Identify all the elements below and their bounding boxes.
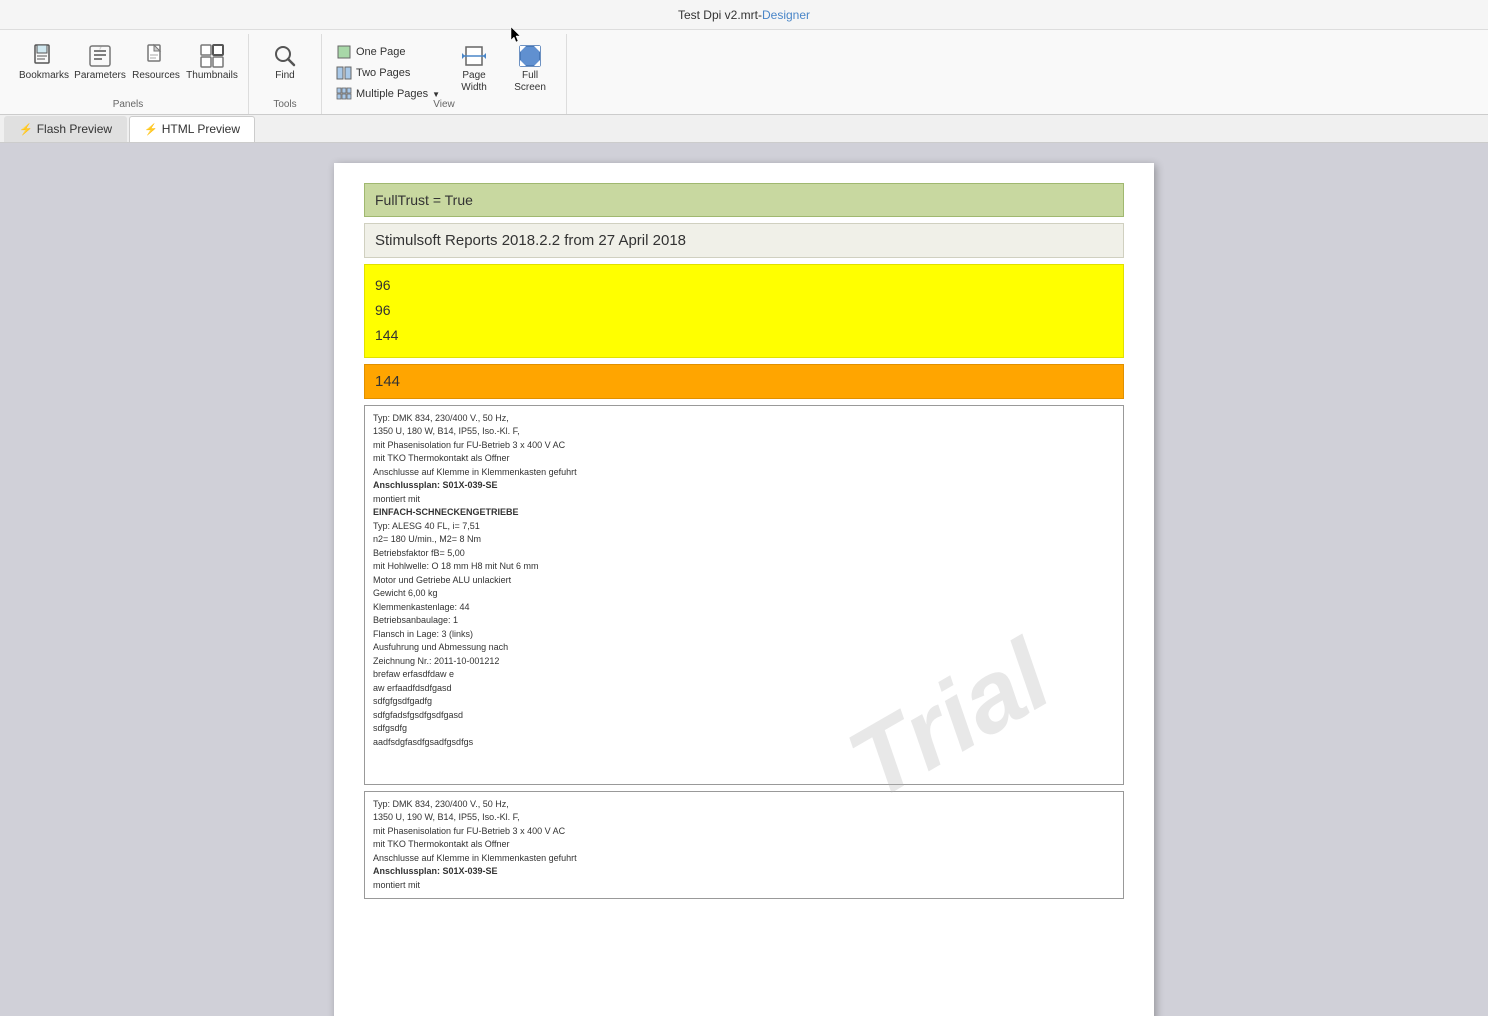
thumbnails-label: Thumbnails [186,70,238,81]
tools-buttons: Find [259,38,311,98]
title-mode: Designer [762,8,810,22]
page-width-label: Page Width [450,70,498,94]
bookmarks-icon [30,42,58,70]
text-line: aadfsdgfasdfgsadfgsdfgs [373,736,1115,750]
text-line: mit Phasenisolation fur FU-Betrieb 3 x 4… [373,825,1115,839]
one-page-button[interactable]: One Page [332,42,444,62]
bookmarks-label: Bookmarks [19,70,69,81]
find-label: Find [275,70,294,81]
ribbon-group-tools: Find Tools [249,34,322,114]
one-page-icon [336,44,352,60]
panels-buttons: Bookmarks ? Parameters [18,38,238,98]
full-screen-label: Full Screen [506,70,554,94]
text-line: sdfgfgsdfgadfg [373,695,1115,709]
thumbnails-button[interactable]: Thumbnails [186,38,238,98]
panels-group-label: Panels [8,99,248,110]
text-line: 1350 U, 180 W, B14, IP55, Iso.-Kl. F, [373,425,1115,439]
view-group-label: View [322,99,566,110]
ribbon: Bookmarks ? Parameters [0,30,1488,115]
text-line: Klemmenkastenlage: 44 [373,601,1115,615]
title-filename: Test Dpi v2.mrt [678,8,758,22]
text-line: montiert mit [373,493,1115,507]
resources-icon [142,42,170,70]
report-text-box-1: Typ: DMK 834, 230/400 V., 50 Hz, 1350 U,… [364,405,1124,785]
text-line: Anschlusse auf Klemme in Klemmenkasten g… [373,852,1115,866]
two-pages-button[interactable]: Two Pages [332,63,444,83]
full-screen-icon [516,42,544,70]
find-button[interactable]: Find [259,38,311,98]
view-small-options: One Page Two Pages [332,38,444,104]
one-page-label: One Page [356,46,406,58]
report-text-box-2: Typ: DMK 834, 230/400 V., 50 Hz, 1350 U,… [364,791,1124,900]
text-line: Motor und Getriebe ALU unlackiert [373,574,1115,588]
text-line: mit TKO Thermokontakt als Offner [373,838,1115,852]
text-line: Gewicht 6,00 kg [373,587,1115,601]
report-band-yellow: 96 96 144 [364,264,1124,358]
tab-html-preview[interactable]: ⚡ HTML Preview [129,116,255,142]
text-line: mit Phasenisolation fur FU-Betrieb 3 x 4… [373,439,1115,453]
ribbon-group-panels: Bookmarks ? Parameters [8,34,249,114]
text-line: 1350 U, 190 W, B14, IP55, Iso.-Kl. F, [373,811,1115,825]
text-line: Anschlussplan: S01X-039-SE [373,479,1115,493]
full-screen-button[interactable]: Full Screen [504,38,556,98]
tools-group-label: Tools [249,99,321,110]
yellow-line-1: 96 [375,273,1113,298]
tab-flash-preview[interactable]: ⚡ Flash Preview [4,116,127,142]
fulltrust-text: FullTrust = True [375,192,473,208]
text-line: montiert mit [373,879,1115,893]
thumbnails-icon [198,42,226,70]
text-line: mit Hohlwelle: O 18 mm H8 mit Nut 6 mm [373,560,1115,574]
multiple-pages-dropdown[interactable]: ▼ [432,90,440,99]
report-band-fulltrust: FullTrust = True [364,183,1124,217]
text-line: Flansch in Lage: 3 (links) [373,628,1115,642]
flash-preview-label: Flash Preview [37,122,112,136]
parameters-button[interactable]: ? Parameters [74,38,126,98]
flash-preview-icon: ⚡ [19,123,33,136]
svg-text:?: ? [99,46,102,52]
version-text: Stimulsoft Reports 2018.2.2 from 27 Apri… [375,232,686,249]
report-band-orange: 144 [364,364,1124,399]
two-pages-label: Two Pages [356,67,410,79]
text-line: mit TKO Thermokontakt als Offner [373,452,1115,466]
parameters-label: Parameters [74,70,126,81]
main-area: Trial FullTrust = True Stimulsoft Report… [0,143,1488,1016]
text-line: Ausfuhrung und Abmessung nach [373,641,1115,655]
text-line: Anschlusse auf Klemme in Klemmenkasten g… [373,466,1115,480]
page-width-icon [460,42,488,70]
text-line: Typ: DMK 834, 230/400 V., 50 Hz, [373,412,1115,426]
yellow-line-2: 96 [375,298,1113,323]
text-line: Betriebsfaktor fB= 5,00 [373,547,1115,561]
orange-text: 144 [375,373,400,390]
tabs-bar: ⚡ Flash Preview ⚡ HTML Preview [0,115,1488,143]
report-page: Trial FullTrust = True Stimulsoft Report… [334,163,1154,1016]
text-line: EINFACH-SCHNECKENGETRIEBE [373,506,1115,520]
yellow-line-3: 144 [375,323,1113,348]
html-preview-icon: ⚡ [144,123,158,136]
parameters-icon: ? [86,42,114,70]
view-buttons: One Page Two Pages [332,38,556,104]
find-icon [271,42,299,70]
ribbon-group-view: One Page Two Pages [322,34,567,114]
text-line: Zeichnung Nr.: 2011-10-001212 [373,655,1115,669]
two-pages-icon [336,65,352,81]
text-line: aw erfaadfdsdfgasd [373,682,1115,696]
resources-button[interactable]: Resources [130,38,182,98]
resources-label: Resources [132,70,180,81]
title-bar: Test Dpi v2.mrt - Designer [0,0,1488,30]
text-line: sdfgsdfg [373,722,1115,736]
text-line: Typ: ALESG 40 FL, i= 7,51 [373,520,1115,534]
text-line: Anschlussplan: S01X-039-SE [373,865,1115,879]
text-line: Typ: DMK 834, 230/400 V., 50 Hz, [373,798,1115,812]
html-preview-label: HTML Preview [162,122,240,136]
bookmarks-button[interactable]: Bookmarks [18,38,70,98]
text-line: brefaw erfasdfdaw e [373,668,1115,682]
page-width-button[interactable]: Page Width [448,38,500,98]
report-band-version: Stimulsoft Reports 2018.2.2 from 27 Apri… [364,223,1124,258]
text-line: n2= 180 U/min., M2= 8 Nm [373,533,1115,547]
text-line: sdfgfadsfgsdfgsdfgasd [373,709,1115,723]
text-line: Betriebsanbaulage: 1 [373,614,1115,628]
report-content: FullTrust = True Stimulsoft Reports 2018… [334,163,1154,919]
